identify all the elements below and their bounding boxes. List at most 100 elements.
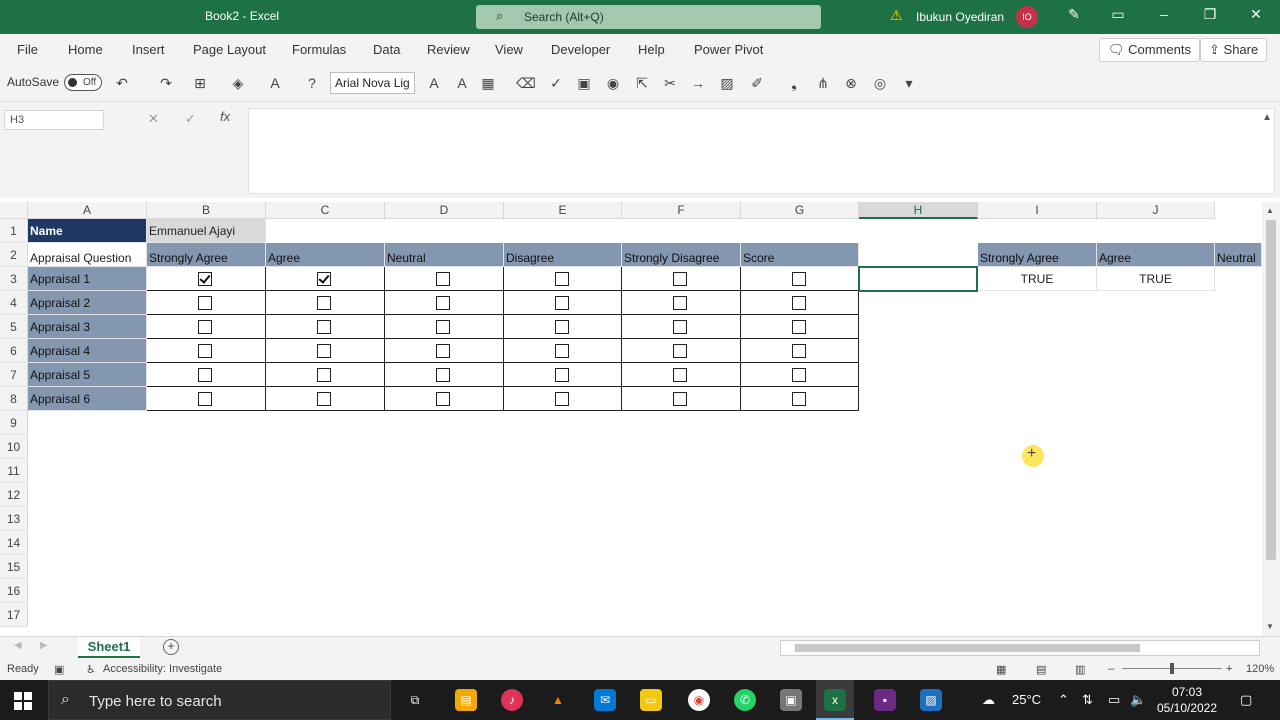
formula-input[interactable]	[248, 108, 1275, 194]
page-layout-icon[interactable]: ▤	[1036, 663, 1046, 676]
checkbox[interactable]	[555, 320, 569, 334]
name-box[interactable]: H3	[4, 110, 104, 130]
restore-icon[interactable]: ❐	[1198, 6, 1222, 28]
checkbox[interactable]	[317, 368, 331, 382]
checkbox[interactable]	[198, 368, 212, 382]
cell-check-6-6[interactable]	[741, 387, 859, 411]
taskbar-search[interactable]: ⌕ Type here to search	[48, 680, 391, 720]
row-header-14[interactable]: 14	[0, 531, 28, 555]
warning-icon[interactable]: ⚠	[890, 7, 903, 24]
frame-icon[interactable]: ▣	[574, 73, 594, 93]
cell-check-2-1[interactable]	[147, 291, 266, 315]
checkbox[interactable]	[673, 272, 687, 286]
checkbox[interactable]	[673, 296, 687, 310]
teams-icon[interactable]: ▪	[874, 689, 896, 711]
row-header-3[interactable]: 3	[0, 267, 28, 291]
cell-check-1-2[interactable]	[266, 267, 385, 291]
battery-icon[interactable]: ▭	[1108, 692, 1120, 708]
share-button[interactable]: ⇪ Share	[1200, 38, 1268, 62]
column-header-h[interactable]: H	[859, 202, 978, 219]
cell-check-5-5[interactable]	[622, 363, 741, 387]
cell-check-3-3[interactable]	[385, 315, 504, 339]
cell-check-3-6[interactable]	[741, 315, 859, 339]
tab-developer[interactable]: Developer	[551, 42, 610, 57]
checkbox[interactable]	[198, 320, 212, 334]
cell-i3[interactable]: TRUE	[978, 267, 1097, 291]
checkbox[interactable]	[555, 344, 569, 358]
row-header-8[interactable]: 8	[0, 387, 28, 411]
cell-header-5[interactable]: Strongly Disagree	[622, 243, 741, 267]
tab-formulas[interactable]: Formulas	[292, 42, 346, 57]
chevron-up-icon[interactable]: ⌃	[1058, 692, 1069, 708]
format-painter-icon[interactable]: ✂	[660, 73, 680, 93]
row-header-2[interactable]: 2	[0, 243, 28, 267]
checkbox[interactable]	[436, 296, 450, 310]
tab-page-layout[interactable]: Page Layout	[193, 42, 266, 57]
chevron-up-icon[interactable]: ▲	[1262, 112, 1272, 123]
comments-button[interactable]: 🗨 Comments	[1099, 38, 1200, 62]
close-icon[interactable]: ✕	[1244, 6, 1268, 28]
spelling-icon[interactable]: ✓	[546, 73, 566, 93]
checkbox[interactable]	[792, 320, 806, 334]
cell-a1[interactable]: Name	[28, 219, 147, 243]
checkbox[interactable]	[792, 368, 806, 382]
column-header-j[interactable]: J	[1097, 202, 1215, 219]
cell-check-4-6[interactable]	[741, 339, 859, 363]
tab-file[interactable]: File	[17, 42, 38, 57]
font-name-select[interactable]: Arial Nova Lig	[330, 72, 415, 94]
cell-check-4-4[interactable]	[504, 339, 622, 363]
row-header-13[interactable]: 13	[0, 507, 28, 531]
help-icon[interactable]: ?	[302, 73, 322, 93]
select-all-corner[interactable]	[0, 202, 28, 219]
weather-temp[interactable]: 25°C	[1012, 692, 1041, 707]
borders-icon[interactable]: ⊞	[190, 73, 210, 93]
checkbox[interactable]	[198, 296, 212, 310]
weather-icon[interactable]: ☁	[982, 692, 995, 708]
enter-icon[interactable]: ✓	[185, 111, 196, 127]
column-header-i[interactable]: I	[978, 202, 1097, 219]
row-header-15[interactable]: 15	[0, 555, 28, 579]
cell-question-4[interactable]: Appraisal 4	[28, 339, 147, 363]
zoom-in-icon[interactable]: +	[1226, 663, 1232, 675]
cell-check-4-1[interactable]	[147, 339, 266, 363]
row-header-10[interactable]: 10	[0, 435, 28, 459]
itunes-icon[interactable]: ♪	[501, 689, 523, 711]
cell-check-6-3[interactable]	[385, 387, 504, 411]
cell-check-4-3[interactable]	[385, 339, 504, 363]
row-header-12[interactable]: 12	[0, 483, 28, 507]
checkbox[interactable]	[436, 392, 450, 406]
cell-a2[interactable]: Appraisal Question	[28, 243, 147, 267]
notifications-icon[interactable]: ▢	[1240, 692, 1252, 708]
ribbon-display-icon[interactable]: ▭	[1106, 6, 1130, 28]
cell-check-5-2[interactable]	[266, 363, 385, 387]
task-view-icon[interactable]: ⧉	[404, 689, 426, 711]
checkbox[interactable]	[792, 296, 806, 310]
page-break-icon[interactable]: ▥	[1075, 663, 1085, 676]
tab-view[interactable]: View	[495, 42, 523, 57]
checkbox[interactable]	[555, 296, 569, 310]
minimize-icon[interactable]: –	[1152, 6, 1176, 28]
cell-check-3-4[interactable]	[504, 315, 622, 339]
autosave-toggle[interactable]: Off	[64, 74, 102, 91]
checkbox[interactable]	[198, 392, 212, 406]
column-header-e[interactable]: E	[504, 202, 622, 219]
cell-check-4-2[interactable]	[266, 339, 385, 363]
cell-check-5-1[interactable]	[147, 363, 266, 387]
export-icon[interactable]: ⇱	[632, 73, 652, 93]
active-cell-h3[interactable]	[858, 266, 978, 292]
whatsapp-icon[interactable]: ✆	[734, 689, 756, 711]
avatar[interactable]: IO	[1016, 6, 1038, 28]
font-decrease-icon[interactable]: A	[452, 73, 472, 93]
column-header-a[interactable]: A	[28, 202, 147, 219]
draw-icon[interactable]: ✐	[747, 73, 767, 93]
checkbox[interactable]	[673, 368, 687, 382]
cell-question-2[interactable]: Appraisal 2	[28, 291, 147, 315]
network-icon[interactable]: ⇅	[1082, 692, 1093, 708]
cell-header-1[interactable]: Strongly Agree	[147, 243, 266, 267]
checkbox[interactable]	[555, 368, 569, 382]
column-header-b[interactable]: B	[147, 202, 266, 219]
tab-insert[interactable]: Insert	[132, 42, 165, 57]
column-header-d[interactable]: D	[385, 202, 504, 219]
photos-icon[interactable]: ▨	[920, 689, 942, 711]
cell-check-1-6[interactable]	[741, 267, 859, 291]
